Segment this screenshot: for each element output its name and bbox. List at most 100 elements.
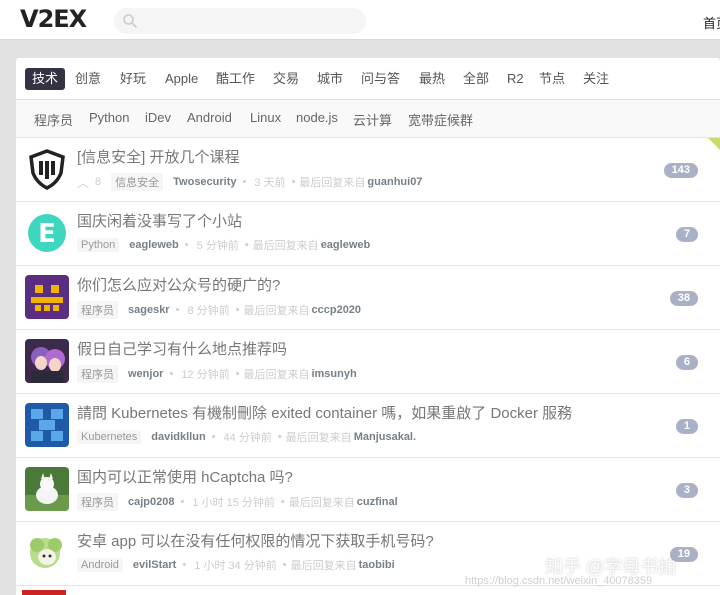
topic-row[interactable]: 請問 Kubernetes 有機制刪除 exited container 嗎，如…	[16, 394, 720, 458]
reply-count-badge[interactable]: 38	[669, 291, 698, 306]
topic-meta: ︿ 8 信息安全 Twosecurity • 3 天前 • 最后回复来自 guanhui07	[77, 173, 422, 191]
topic-meta: 程序员 wenjor • 12 分钟前 • 最后回复来自 imsunyh	[77, 365, 357, 383]
node-subtabs: 程序员 Python iDev Android Linux node.js 云计…	[16, 100, 720, 138]
tab-following[interactable]: 关注	[576, 68, 616, 90]
topic-meta: Kubernetes davidkllun • 44 分钟前 • 最后回复来自 Manjus…	[77, 429, 416, 445]
topic-author[interactable]: cajp0208	[128, 496, 174, 508]
tab-r2[interactable]: R2	[500, 68, 531, 90]
tab-all[interactable]: 全部	[456, 68, 496, 90]
main-box: 技术 创意 好玩 Apple 酷工作 交易 城市 问与答 最热 全部 R2 节点…	[16, 58, 720, 595]
tab-hot[interactable]: 最热	[412, 68, 452, 90]
node-tag[interactable]: Python	[77, 238, 120, 252]
reply-count-badge[interactable]: 1	[675, 419, 698, 434]
last-reply-user[interactable]: imsunyh	[311, 368, 356, 380]
nav-home-link[interactable]: 首页	[703, 13, 720, 32]
csdn-watermark: https://blog.csdn.net/weixin_40078359	[465, 575, 653, 587]
topic-time: 8 分钟前	[187, 305, 230, 317]
topic-title[interactable]: 安卓 app 可以在没有任何权限的情况下获取手机号码?	[77, 530, 434, 551]
node-tag[interactable]: 程序员	[77, 301, 118, 319]
tab-fun[interactable]: 好玩	[113, 68, 153, 90]
subtab-nodejs[interactable]: node.js	[296, 110, 338, 125]
last-reply-user[interactable]: guanhui07	[367, 176, 422, 188]
topic-meta: 程序员 cajp0208 • 1 小时 15 分钟前 • 最后回复来自 cuzfinal	[77, 493, 398, 511]
next-avatar-partial	[22, 590, 66, 595]
topic-meta: 程序员 sageskr • 8 分钟前 • 最后回复来自 cccp2020	[77, 301, 362, 319]
last-reply-label: 最后回复来自	[243, 369, 310, 381]
topic-row[interactable]: 假日自己学习有什么地点推荐吗 程序员 wenjor • 12 分钟前 • 最后回复来自 im…	[16, 330, 720, 394]
topic-row[interactable]: 你们怎么应对公众号的硬广的? 程序员 sageskr • 8 分钟前 • 最后回复来自 cc…	[16, 266, 720, 330]
last-reply-user[interactable]: taobibi	[359, 559, 395, 571]
letter-e-logo-icon[interactable]: E	[25, 211, 69, 255]
topic-title[interactable]: [信息安全] 开放几个课程	[77, 146, 240, 167]
tab-apple[interactable]: Apple	[158, 68, 205, 90]
last-reply-label: 最后回复来自	[252, 240, 319, 252]
topic-author[interactable]: sageskr	[128, 304, 170, 316]
topic-author[interactable]: davidkllun	[151, 431, 205, 443]
upvote-count: 8	[95, 176, 102, 188]
topic-time: 12 分钟前	[181, 369, 230, 381]
shield-logo-icon[interactable]	[25, 147, 69, 191]
node-tag[interactable]: Kubernetes	[77, 430, 142, 444]
anime-avatar-icon[interactable]	[25, 339, 69, 383]
tab-jobs[interactable]: 酷工作	[209, 68, 262, 90]
topic-author[interactable]: eagleweb	[129, 239, 179, 251]
tab-city[interactable]: 城市	[310, 68, 350, 90]
tab-deals[interactable]: 交易	[266, 68, 306, 90]
last-reply-label: 最后回复来自	[290, 560, 357, 572]
topic-time: 44 分钟前	[223, 432, 272, 444]
topic-row[interactable]: [信息安全] 开放几个课程 ︿ 8 信息安全 Twosecurity • 3 天前 • 最后回…	[16, 138, 720, 202]
topic-author[interactable]: wenjor	[128, 368, 163, 380]
green-creature-avatar-icon[interactable]	[25, 531, 69, 575]
reply-count-badge[interactable]: 7	[675, 227, 698, 242]
last-reply-user[interactable]: eagleweb	[321, 239, 371, 251]
node-tag[interactable]: 程序员	[77, 365, 118, 383]
node-tag[interactable]: 信息安全	[111, 173, 164, 191]
tab-qna[interactable]: 问与答	[354, 68, 407, 90]
last-reply-label: 最后回复来自	[288, 497, 355, 509]
subtab-broadband[interactable]: 宽带症候群	[408, 110, 473, 129]
topic-author[interactable]: evilStart	[133, 559, 176, 571]
topic-row[interactable]: 国内可以正常使用 hCaptcha 吗? 程序员 cajp0208 • 1 小时 15…	[16, 458, 720, 522]
topic-time: 3 天前	[254, 177, 286, 189]
last-reply-user[interactable]: cuzfinal	[357, 496, 398, 508]
topic-time: 1 小时 34 分钟前	[194, 560, 277, 572]
subtab-python[interactable]: Python	[89, 110, 129, 125]
tab-creative[interactable]: 创意	[68, 68, 108, 90]
tab-tech[interactable]: 技术	[25, 68, 66, 90]
tab-nodes[interactable]: 节点	[532, 68, 572, 90]
search-input[interactable]	[142, 11, 357, 31]
pixel-avatar-icon[interactable]	[25, 275, 69, 319]
topic-author[interactable]: Twosecurity	[173, 176, 236, 188]
topic-title[interactable]: 你们怎么应对公众号的硬广的?	[77, 274, 280, 295]
last-reply-label: 最后回复来自	[299, 177, 366, 189]
last-reply-label: 最后回复来自	[243, 305, 310, 317]
topic-title[interactable]: 国内可以正常使用 hCaptcha 吗?	[77, 466, 293, 487]
last-reply-user[interactable]: cccp2020	[312, 304, 362, 316]
reply-count-badge[interactable]: 143	[663, 163, 698, 178]
node-tag[interactable]: Android	[77, 558, 123, 572]
last-reply-user[interactable]: Manjusakal.	[354, 431, 416, 443]
svg-text:E: E	[38, 219, 56, 249]
subtab-cloud[interactable]: 云计算	[353, 110, 392, 129]
reply-count-badge[interactable]: 6	[675, 355, 698, 370]
topic-meta: Android evilStart • 1 小时 34 分钟前 • 最后回复来自 taobi…	[77, 557, 395, 573]
topic-title[interactable]: 假日自己学习有什么地点推荐吗	[77, 338, 287, 359]
node-tag[interactable]: 程序员	[77, 493, 118, 511]
v2ex-logo[interactable]: V2EX	[20, 5, 87, 33]
subtab-idev[interactable]: iDev	[145, 110, 171, 125]
topic-row[interactable]: E 国庆闲着没事写了个小站 Python eagleweb • 5 分钟前 • 最后回复来…	[16, 202, 720, 266]
topic-title[interactable]: 国庆闲着没事写了个小站	[77, 210, 242, 231]
subtab-programmer[interactable]: 程序员	[34, 110, 73, 129]
last-reply-label: 最后回复来自	[285, 432, 352, 444]
topic-title[interactable]: 請問 Kubernetes 有機制刪除 exited container 嗎，如…	[77, 402, 572, 423]
subtab-android[interactable]: Android	[187, 110, 232, 125]
search-box[interactable]	[114, 8, 366, 34]
cat-photo-avatar-icon[interactable]	[25, 467, 69, 511]
topic-time: 1 小时 15 分钟前	[192, 497, 275, 509]
upvote-icon[interactable]: ︿	[77, 174, 89, 191]
blue-block-avatar-icon[interactable]	[25, 403, 69, 447]
category-tabs: 技术 创意 好玩 Apple 酷工作 交易 城市 问与答 最热 全部 R2 节点…	[16, 58, 720, 100]
subtab-linux[interactable]: Linux	[250, 110, 281, 125]
search-icon	[123, 14, 137, 28]
reply-count-badge[interactable]: 3	[675, 483, 698, 498]
